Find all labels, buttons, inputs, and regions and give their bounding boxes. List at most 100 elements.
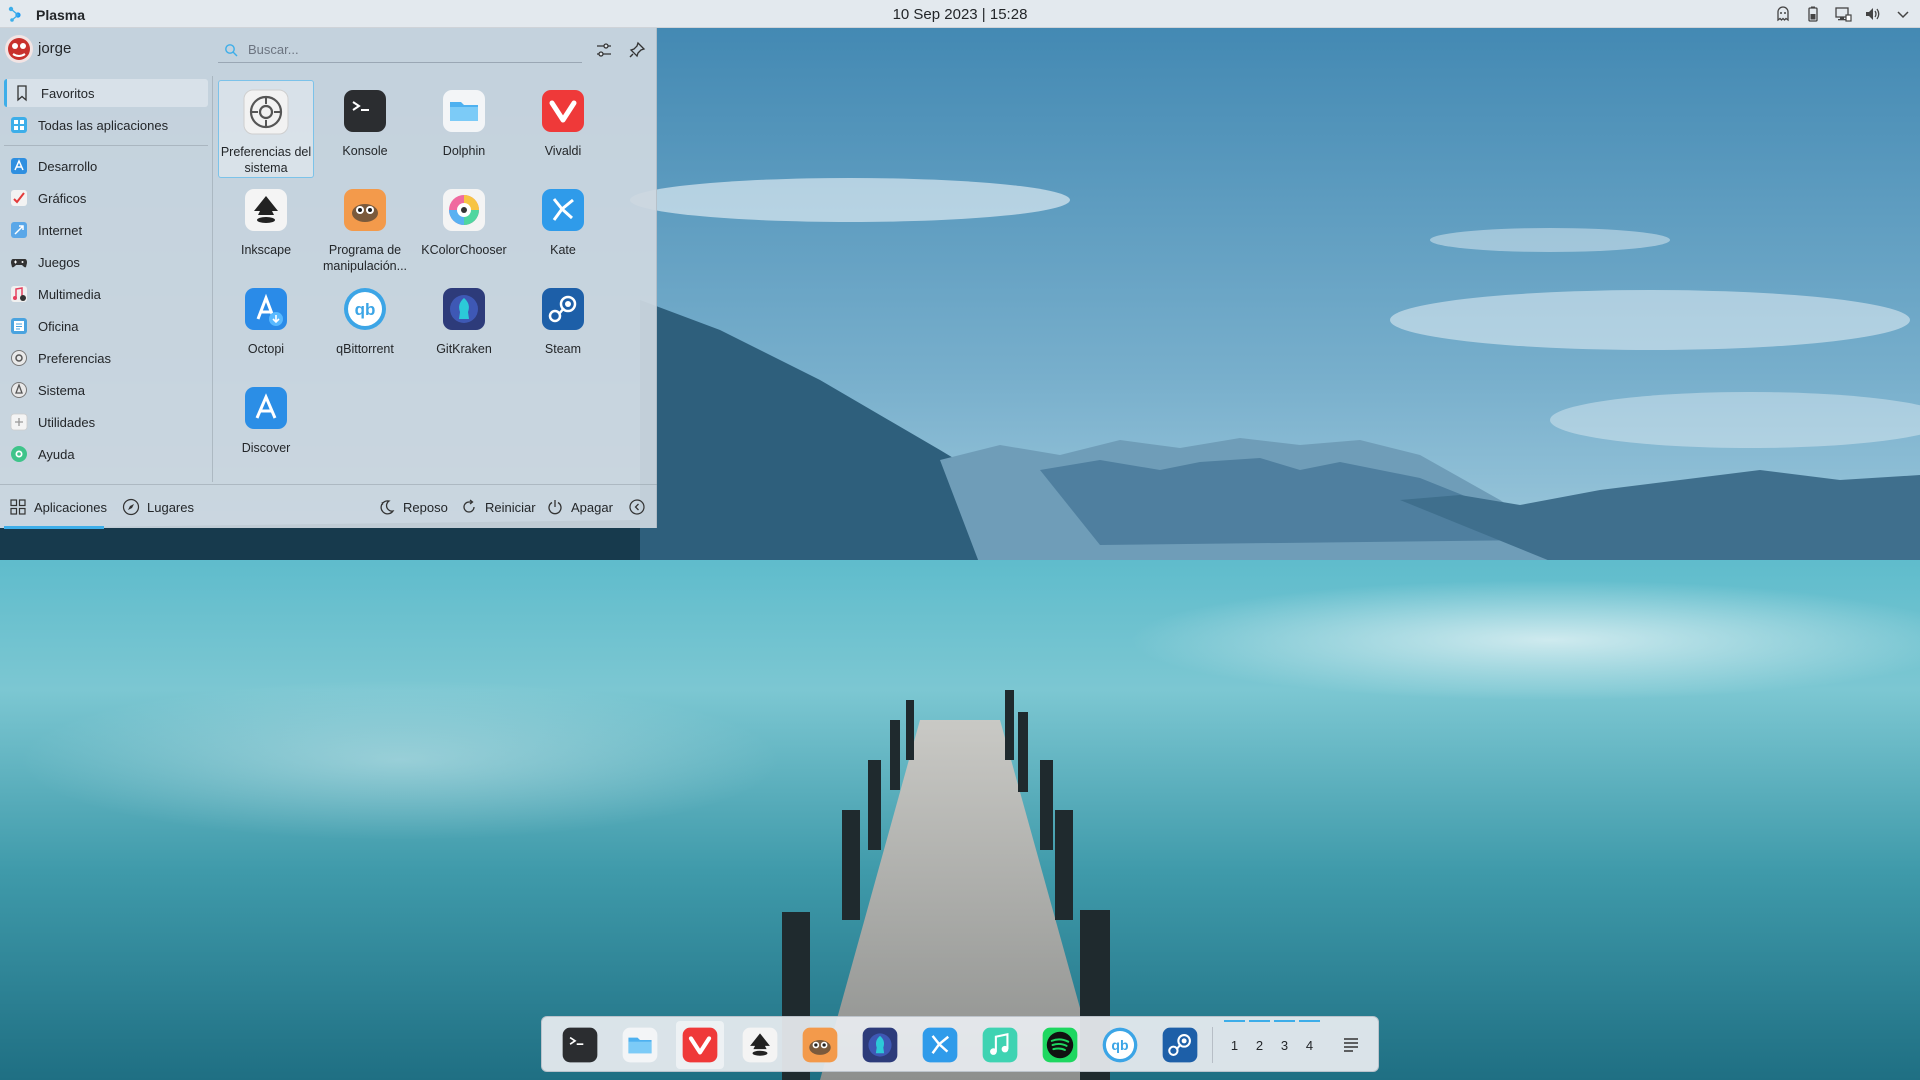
category-label: Favoritos [41,85,95,101]
app-label: Vivaldi [544,144,582,158]
app-kate[interactable]: Kate [515,179,611,275]
category-sistema[interactable]: Sistema [4,376,208,404]
ghost-icon[interactable] [1772,3,1794,25]
konsole-icon [562,1027,598,1063]
tab-label: Aplicaciones [34,499,107,515]
qbittorrent-icon: qb [1102,1027,1138,1063]
app-kcolorchooser[interactable]: KColorChooser [416,179,512,275]
sleep-button[interactable]: z Reposo [378,485,448,529]
chevron-down-icon[interactable] [1892,3,1914,25]
tab-aplicaciones[interactable]: Aplicaciones [4,485,107,529]
application-launcher: jorge Favoritos Todas las aplicaciones D… [0,28,657,529]
category-preferencias[interactable]: Preferencias [4,344,208,372]
shutdown-button[interactable]: Apagar [546,485,613,529]
dock-divider [1212,1027,1213,1063]
app-octopi[interactable]: Octopi [218,278,314,374]
app-dolphin[interactable]: Dolphin [416,80,512,176]
spotify-icon [1042,1027,1078,1063]
app-label: Kate [550,243,576,257]
category-ayuda[interactable]: Ayuda [4,440,208,468]
category-label: Oficina [38,318,79,334]
category-label: Sistema [38,382,85,398]
app-discover[interactable]: Discover [218,377,314,473]
app-vivaldi[interactable]: Vivaldi [515,80,611,176]
pin-button[interactable] [626,39,648,61]
category-favoritos[interactable]: Favoritos [4,79,208,107]
clock-text[interactable]: 10 Sep 2023 | 15:28 [893,6,1028,23]
development-icon [10,157,28,175]
category-oficina[interactable]: Oficina [4,312,208,340]
battery-icon[interactable] [1802,3,1824,25]
category-label: Juegos [38,254,80,270]
kcolorchooser-icon [441,187,487,233]
music-icon [982,1027,1018,1063]
inkscape-icon [742,1027,778,1063]
category-utilidades[interactable]: Utilidades [4,408,208,436]
tab-lugares[interactable]: Lugares [122,485,202,529]
app-inkscape[interactable]: Inkscape [218,179,314,275]
app-preferencias-del-sistema[interactable]: Preferencias del sistema [218,80,314,178]
compass-icon [122,498,140,516]
app-label: Konsole [342,144,388,158]
kate-icon [922,1027,958,1063]
category-graficos[interactable]: Gráficos [4,184,208,212]
graphics-icon [10,189,28,207]
dock-qbittorrent[interactable]: qb [1096,1021,1144,1069]
category-multimedia[interactable]: Multimedia [4,280,208,308]
dock-konsole[interactable] [556,1021,604,1069]
dolphin-folder-icon [441,88,487,134]
desktop-2[interactable]: 2 [1247,1017,1272,1073]
desktop-4[interactable]: 4 [1297,1017,1322,1073]
app-qbittorrent[interactable]: qb qBittorrent [317,278,413,374]
desktop-1[interactable]: 1 [1222,1017,1247,1073]
dock-inkscape[interactable] [736,1021,784,1069]
configure-button[interactable] [593,39,615,61]
dock-kate[interactable] [916,1021,964,1069]
dock-panel: qb 1 2 3 4 [541,1016,1379,1072]
restart-button[interactable]: Reiniciar [460,485,536,529]
system-icon [10,381,28,399]
category-label: Multimedia [38,286,101,302]
dock-gitkraken[interactable] [856,1021,904,1069]
category-label: Desarrollo [38,158,98,174]
preferences-icon [10,349,28,367]
dock-gimp[interactable] [796,1021,844,1069]
category-juegos[interactable]: Juegos [4,248,208,276]
category-todas[interactable]: Todas las aplicaciones [4,111,208,139]
app-gitkraken[interactable]: GitKraken [416,278,512,374]
app-konsole[interactable]: Konsole [317,80,413,176]
network-icon[interactable] [1832,3,1854,25]
dock-spotify[interactable] [1036,1021,1084,1069]
favorites-grid: Preferencias del sistema Konsole Dolphin… [218,80,654,480]
volume-icon[interactable] [1862,3,1884,25]
app-label: Preferencias del sistema [220,145,312,175]
shutdown-label: Apagar [571,499,613,515]
app-gimp[interactable]: Programa de manipulación... [317,179,413,275]
gimp-icon [802,1027,838,1063]
vivaldi-icon [540,88,586,134]
dock-menu-button[interactable] [1338,1031,1364,1057]
dock-steam[interactable] [1156,1021,1204,1069]
sleep-icon: z [380,500,395,515]
search-input[interactable] [248,42,568,57]
category-internet[interactable]: Internet [4,216,208,244]
dock-dolphin[interactable] [616,1021,664,1069]
leave-more-button[interactable] [628,485,646,529]
plasma-launcher-icon[interactable] [6,4,26,24]
app-label: Dolphin [442,144,486,158]
discover-icon [243,385,289,431]
search-icon [225,43,238,56]
avatar[interactable] [5,35,33,63]
category-label: Utilidades [38,414,96,430]
category-desarrollo[interactable]: Desarrollo [4,152,208,180]
app-label: GitKraken [436,342,492,356]
launcher-header: jorge [0,28,657,72]
bookmark-icon [13,84,31,102]
dock-vivaldi[interactable] [676,1021,724,1069]
search-box[interactable] [218,37,582,63]
konsole-icon [342,88,388,134]
desktop-3[interactable]: 3 [1272,1017,1297,1073]
tab-label: Lugares [147,499,194,515]
app-steam[interactable]: Steam [515,278,611,374]
dock-music[interactable] [976,1021,1024,1069]
